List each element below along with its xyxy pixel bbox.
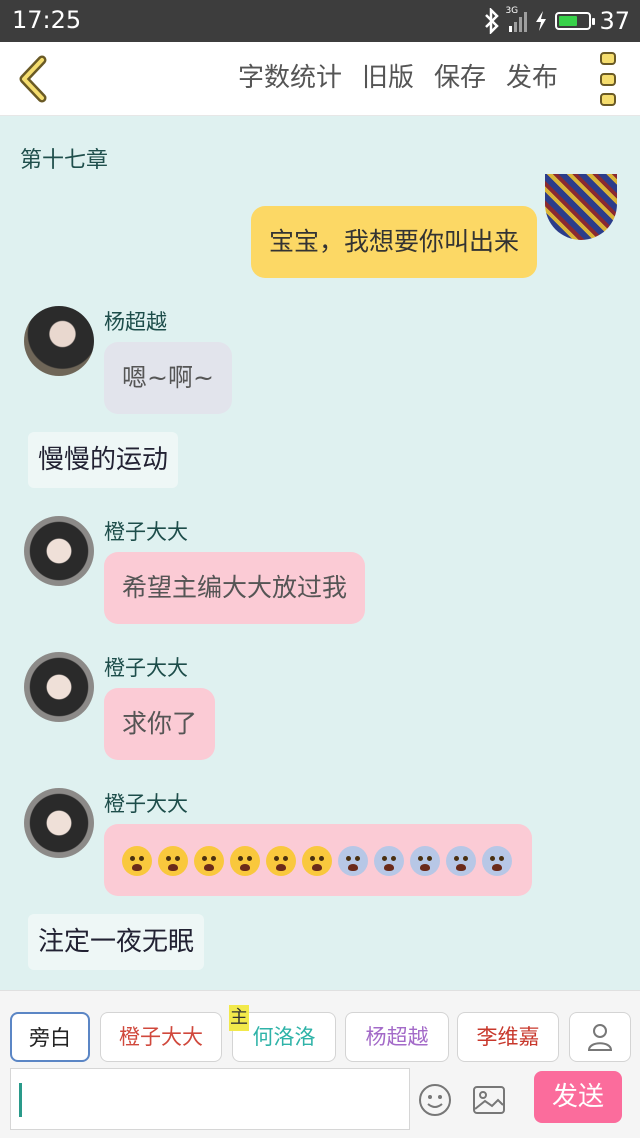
- status-bar: 17:25 3G 37: [0, 0, 640, 42]
- narration-text[interactable]: 注定一夜无眠: [28, 914, 205, 970]
- role-label: 旁白: [29, 1026, 71, 1050]
- save-button[interactable]: 保存: [434, 58, 486, 98]
- crying-emoji-icon: [230, 846, 260, 876]
- role-label: 李维嘉: [476, 1025, 540, 1049]
- sender-name: 杨超越: [104, 310, 167, 334]
- role-button[interactable]: 李维嘉: [457, 1012, 559, 1062]
- text-cursor: [19, 1083, 22, 1117]
- avatar[interactable]: [24, 516, 94, 586]
- message-input[interactable]: [10, 1068, 410, 1130]
- screaming-emoji-icon: [374, 846, 404, 876]
- crying-emoji-icon: [194, 846, 224, 876]
- back-icon[interactable]: [14, 54, 54, 104]
- send-button[interactable]: 发送: [534, 1071, 622, 1123]
- role-label: 橙子大大: [119, 1025, 203, 1049]
- role-label: 何洛洛: [252, 1025, 316, 1049]
- screaming-emoji-icon: [338, 846, 368, 876]
- person-icon: [587, 1024, 613, 1051]
- role-button[interactable]: 橙子大大: [100, 1012, 222, 1062]
- crying-emoji-icon: [266, 846, 296, 876]
- sender-name: 橙子大大: [104, 792, 188, 816]
- chapter-title: 第十七章: [20, 148, 109, 173]
- battery-icon: [555, 12, 596, 30]
- publish-button[interactable]: 发布: [506, 58, 558, 98]
- charging-icon: [536, 11, 547, 31]
- chat-bubble[interactable]: 嗯~啊~: [104, 342, 232, 414]
- emoji-icon[interactable]: [418, 1083, 452, 1117]
- input-panel: 旁白 橙子大大 主 何洛洛 杨超越 李维嘉 发送: [0, 990, 640, 1138]
- chat-bubble[interactable]: [104, 824, 532, 896]
- role-button[interactable]: 主 何洛洛: [229, 1005, 336, 1062]
- status-time: 17:25: [12, 6, 82, 34]
- editor-toolbar: 字数统计 旧版 保存 发布: [0, 42, 640, 116]
- more-menu-icon[interactable]: [598, 52, 618, 106]
- role-button[interactable]: 杨超越: [345, 1012, 449, 1062]
- avatar[interactable]: [24, 788, 94, 858]
- add-role-button[interactable]: [569, 1012, 631, 1062]
- old-version-button[interactable]: 旧版: [362, 58, 414, 98]
- screaming-emoji-icon: [410, 846, 440, 876]
- narration-text[interactable]: 慢慢的运动: [28, 432, 179, 488]
- signal-icon: 3G: [505, 6, 528, 32]
- chat-bubble[interactable]: 求你了: [104, 688, 216, 760]
- avatar[interactable]: [545, 174, 617, 240]
- screaming-emoji-icon: [482, 846, 512, 876]
- chat-bubble[interactable]: 希望主编大大放过我: [104, 552, 366, 624]
- sender-name: 橙子大大: [104, 520, 188, 544]
- chat-area[interactable]: 第十七章 宝宝，我想要你叫出来 杨超越 嗯~啊~ 慢慢的运动 橙子大大 希望主编…: [0, 116, 640, 990]
- avatar[interactable]: [24, 652, 94, 722]
- chat-bubble[interactable]: 宝宝，我想要你叫出来: [250, 206, 537, 278]
- crying-emoji-icon: [302, 846, 332, 876]
- role-label: 杨超越: [365, 1025, 429, 1049]
- main-role-tag: 主: [229, 1005, 249, 1031]
- sender-name: 橙子大大: [104, 656, 188, 680]
- battery-level: 37: [599, 7, 630, 35]
- role-button-narration[interactable]: 旁白: [10, 1012, 90, 1062]
- avatar[interactable]: [24, 306, 94, 376]
- bluetooth-icon: [485, 8, 500, 34]
- crying-emoji-icon: [122, 846, 152, 876]
- image-icon[interactable]: [472, 1085, 506, 1115]
- word-count-button[interactable]: 字数统计: [238, 58, 342, 98]
- crying-emoji-icon: [158, 846, 188, 876]
- screaming-emoji-icon: [446, 846, 476, 876]
